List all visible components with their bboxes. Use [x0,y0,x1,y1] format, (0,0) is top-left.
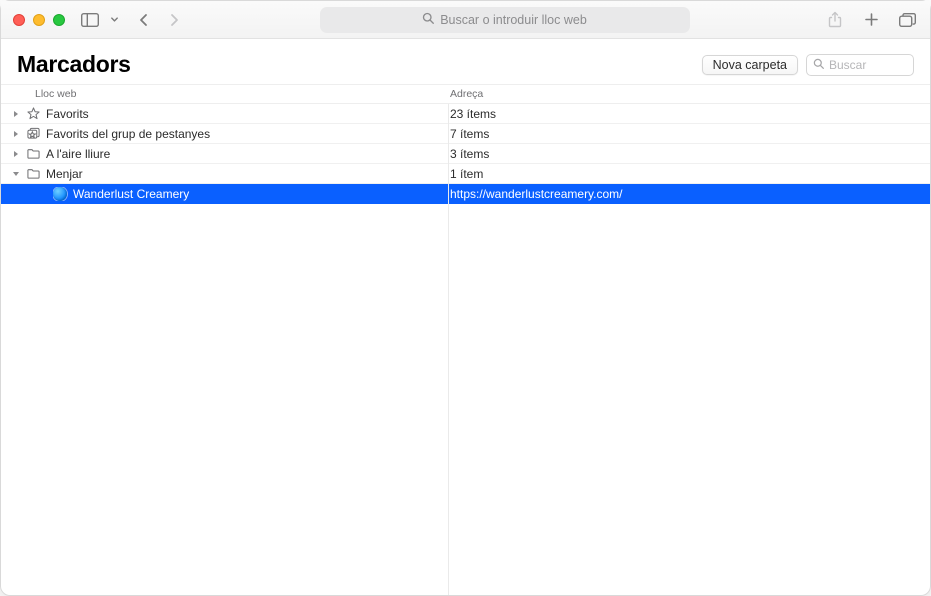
row-address: 23 ítems [448,107,930,121]
bookmarks-search-input[interactable] [829,58,907,72]
search-icon [813,58,824,72]
traffic-lights [13,14,65,26]
window-toolbar: Buscar o introduir lloc web [1,1,930,39]
disclosure-triangle-icon[interactable] [11,150,20,158]
page-title: Marcadors [17,51,131,78]
sidebar-menu-chevron-icon[interactable] [103,8,125,32]
column-headers: Lloc web Adreça [1,84,930,104]
bookmark-wanderlust[interactable]: Wanderlust Creamery https://wanderlustcr… [1,184,930,204]
forward-button[interactable] [163,8,185,32]
bookmarks-search[interactable] [806,54,914,76]
column-divider[interactable] [448,104,449,595]
new-folder-button[interactable]: Nova carpeta [702,55,798,75]
row-name: A l'aire lliure [46,147,110,161]
row-name: Favorits del grup de pestanyes [46,127,210,141]
disclosure-triangle-icon[interactable] [11,170,20,178]
zoom-button[interactable] [53,14,65,26]
folder-favorits[interactable]: Favorits 23 ítems [1,104,930,124]
folder-icon [26,147,40,160]
row-name: Favorits [46,107,89,121]
disclosure-triangle-icon[interactable] [11,110,20,118]
back-button[interactable] [133,8,155,32]
star-icon [26,107,40,120]
search-icon [422,12,434,27]
bookmarks-list: Favorits 23 ítems Favorits del grup de p… [1,104,930,595]
toggle-sidebar-button[interactable] [79,8,101,32]
row-address: 1 ítem [448,167,930,181]
address-placeholder: Buscar o introduir lloc web [440,13,587,27]
share-button[interactable] [824,8,846,32]
folder-menjar[interactable]: Menjar 1 ítem [1,164,930,184]
page-header: Marcadors Nova carpeta [1,39,930,84]
row-address: https://wanderlustcreamery.com/ [448,187,930,201]
close-button[interactable] [13,14,25,26]
row-address: 7 ítems [448,127,930,141]
address-bar[interactable]: Buscar o introduir lloc web [320,7,690,33]
row-name: Menjar [46,167,83,181]
folder-tabgroup-favorits[interactable]: Favorits del grup de pestanyes 7 ítems [1,124,930,144]
new-tab-button[interactable] [860,8,882,32]
tabgroup-icon [26,127,40,140]
globe-icon [53,187,67,201]
folder-aire-lliure[interactable]: A l'aire lliure 3 ítems [1,144,930,164]
disclosure-triangle-icon[interactable] [11,130,20,138]
minimize-button[interactable] [33,14,45,26]
column-header-address[interactable]: Adreça [448,88,930,100]
folder-icon [26,167,40,180]
column-header-site[interactable]: Lloc web [35,88,448,100]
row-name: Wanderlust Creamery [73,187,189,201]
tab-overview-button[interactable] [896,8,918,32]
row-address: 3 ítems [448,147,930,161]
